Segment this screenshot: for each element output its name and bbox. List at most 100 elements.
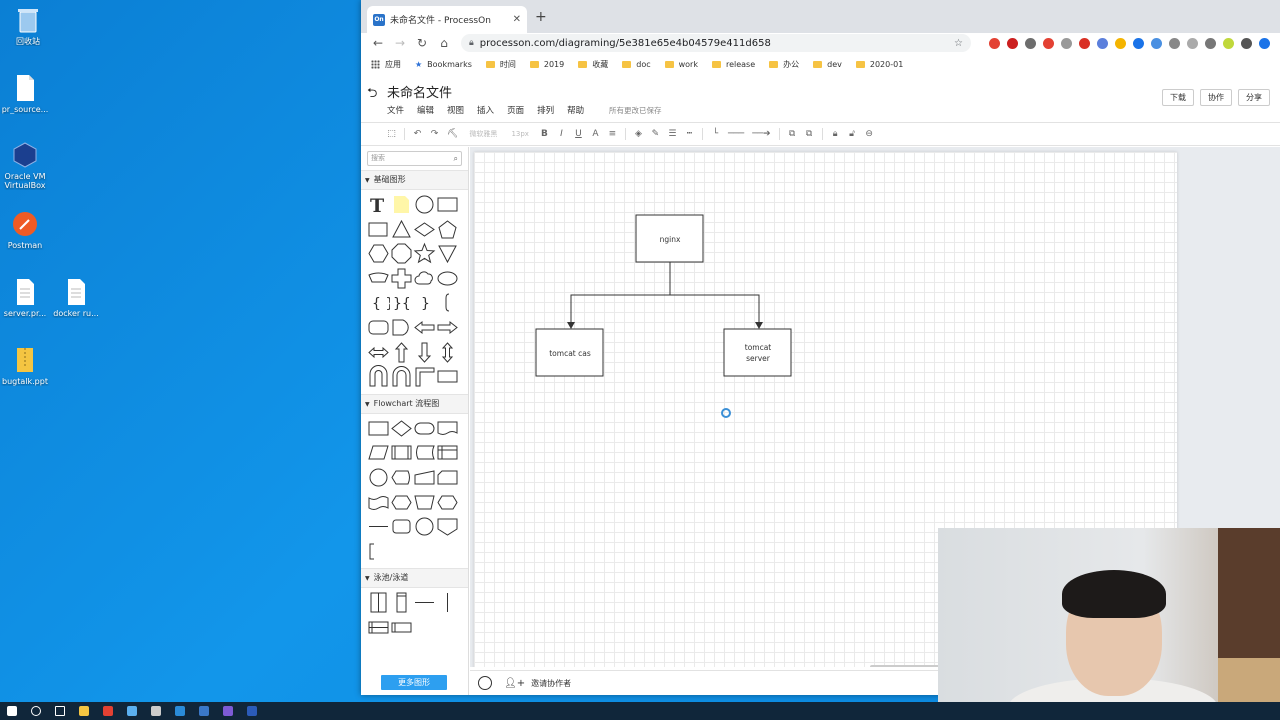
horizontal-pool-icon[interactable] <box>367 616 390 639</box>
connector-nginx-to-cas[interactable] <box>567 262 671 329</box>
extension-icon[interactable] <box>1187 37 1198 49</box>
user-avatar[interactable] <box>478 676 492 690</box>
section-flowchart[interactable]: ▼ Flowchart 流程图 <box>361 393 468 414</box>
connector-nginx-to-server[interactable] <box>669 262 763 329</box>
lock-shape-icon[interactable]: 🔒︎ <box>831 129 840 139</box>
extension-icon[interactable] <box>1151 37 1162 49</box>
document-shape-icon[interactable] <box>436 417 459 440</box>
menu-item[interactable]: 插入 <box>477 104 494 116</box>
postman-icon[interactable]: Postman <box>0 210 53 250</box>
italic-icon[interactable]: I <box>557 129 566 139</box>
menu-item[interactable]: 视图 <box>447 104 464 116</box>
extension-icon[interactable] <box>1241 37 1252 49</box>
back-icon[interactable]: ← <box>367 36 389 50</box>
brush-icon[interactable]: ⛏ <box>447 129 458 139</box>
section-basic-shapes[interactable]: ▼ 基础图形 <box>361 170 468 190</box>
octagon-shape-icon[interactable] <box>390 242 413 265</box>
extension-icon[interactable] <box>989 37 1000 49</box>
data-shape-icon[interactable] <box>367 441 390 464</box>
recycle-bin-icon[interactable]: 回收站 <box>0 6 56 46</box>
process-shape-icon[interactable] <box>367 417 390 440</box>
reload-icon[interactable]: ↻ <box>411 36 433 50</box>
hexagon-flow-shape-icon[interactable] <box>436 491 459 514</box>
obs-taskbar-icon[interactable] <box>216 702 240 720</box>
back-to-files-icon[interactable]: ⮌ <box>367 84 377 106</box>
inverted-triangle-shape-icon[interactable] <box>436 242 459 265</box>
brace-left-shape-icon[interactable]: { } <box>367 291 390 314</box>
font-size-select[interactable]: 13px <box>508 130 532 138</box>
rectangle-shape-icon[interactable] <box>436 193 459 216</box>
preparation-shape-icon[interactable] <box>390 491 413 514</box>
chrome-taskbar-icon[interactable] <box>96 702 120 720</box>
extension-icon[interactable] <box>1169 37 1180 49</box>
circle-shape-icon[interactable] <box>413 193 436 216</box>
undo-icon[interactable]: ↶ <box>413 129 422 139</box>
extension-icon[interactable] <box>1025 37 1036 49</box>
terminator-shape-icon[interactable] <box>413 417 436 440</box>
line-width-icon[interactable]: ☰ <box>668 129 677 139</box>
word-taskbar-icon[interactable] <box>240 702 264 720</box>
pr-source-file-icon[interactable]: pr_source... <box>0 74 53 114</box>
extension-icon[interactable] <box>1133 37 1144 49</box>
arrow-up-shape-icon[interactable] <box>390 341 413 364</box>
star-shape-icon[interactable] <box>413 242 436 265</box>
arrow-down-shape-icon[interactable] <box>413 341 436 364</box>
menu-item[interactable]: 帮助 <box>567 104 584 116</box>
virtualbox-icon[interactable]: Oracle VM VirtualBox <box>0 141 53 190</box>
diamond-shape-icon[interactable] <box>413 218 436 241</box>
menu-item[interactable]: 页面 <box>507 104 524 116</box>
arrow-updown-shape-icon[interactable] <box>436 341 459 364</box>
bookmark-item[interactable]: release <box>711 60 755 69</box>
terminal-taskbar-icon[interactable] <box>144 702 168 720</box>
cloud-shape-icon[interactable] <box>413 267 436 290</box>
vertical-separator-icon[interactable] <box>436 591 459 614</box>
predefined-shape-icon[interactable] <box>390 441 413 464</box>
bring-front-icon[interactable]: ⧉ <box>788 129 797 139</box>
search-taskbar-icon[interactable] <box>24 702 48 720</box>
bold-icon[interactable]: B <box>540 129 549 139</box>
horizontal-separator-icon[interactable] <box>413 591 436 614</box>
font-family-select[interactable]: 微软雅黑 <box>466 129 500 139</box>
new-tab-icon[interactable]: + <box>535 9 547 25</box>
pentagon-shape-icon[interactable] <box>436 218 459 241</box>
off-page-ref-shape-icon[interactable] <box>436 515 459 538</box>
bookmark-item[interactable]: doc <box>622 60 651 69</box>
extension-icon[interactable] <box>1043 37 1054 49</box>
square-shape-icon[interactable] <box>367 218 390 241</box>
download-button[interactable]: 下载 <box>1162 89 1194 106</box>
docker-file-icon[interactable]: docker ru... <box>48 278 104 318</box>
more-shapes-button[interactable]: 更多图形 <box>381 675 447 690</box>
triangle-shape-icon[interactable] <box>390 218 413 241</box>
format-painter-icon[interactable]: ⬚ <box>387 129 396 139</box>
bookmark-item[interactable]: dev <box>813 60 842 69</box>
bookmark-item[interactable]: 时间 <box>485 59 516 70</box>
extension-icon[interactable] <box>1259 37 1270 49</box>
or-shape-icon[interactable] <box>413 515 436 538</box>
pen-taskbar-icon[interactable] <box>120 702 144 720</box>
bookmark-item[interactable]: 应用 <box>371 59 401 70</box>
share-button[interactable]: 分享 <box>1238 89 1270 106</box>
connector-shape-icon[interactable] <box>367 466 390 489</box>
extension-icon[interactable] <box>1097 37 1108 49</box>
task-view-taskbar-icon[interactable] <box>48 702 72 720</box>
extension-icon[interactable] <box>1223 37 1234 49</box>
rounded-rect-shape-icon[interactable] <box>367 316 390 339</box>
decision-shape-icon[interactable] <box>390 417 413 440</box>
cross-shape-icon[interactable] <box>390 267 413 290</box>
card-shape-icon[interactable] <box>436 466 459 489</box>
manual-input-shape-icon[interactable] <box>413 466 436 489</box>
horizontal-lane-icon[interactable] <box>390 616 413 639</box>
menu-item[interactable]: 文件 <box>387 104 404 116</box>
link-icon[interactable]: ⊖ <box>865 129 874 139</box>
arrow-left-shape-icon[interactable] <box>413 316 436 339</box>
align-icon[interactable]: ≡ <box>608 129 617 139</box>
home-icon[interactable]: ⌂ <box>433 36 455 50</box>
node-tomcat-cas[interactable]: tomcat cas <box>535 328 604 377</box>
arch-shape-icon[interactable] <box>390 365 413 388</box>
manual-op-shape-icon[interactable] <box>413 491 436 514</box>
bookmark-item[interactable]: 办公 <box>769 59 799 70</box>
node-tomcat-server[interactable]: tomcat server <box>723 328 792 377</box>
collaborate-button[interactable]: 协作 <box>1200 89 1232 106</box>
start-taskbar-icon[interactable] <box>0 702 24 720</box>
banner-shape-icon[interactable] <box>367 267 390 290</box>
